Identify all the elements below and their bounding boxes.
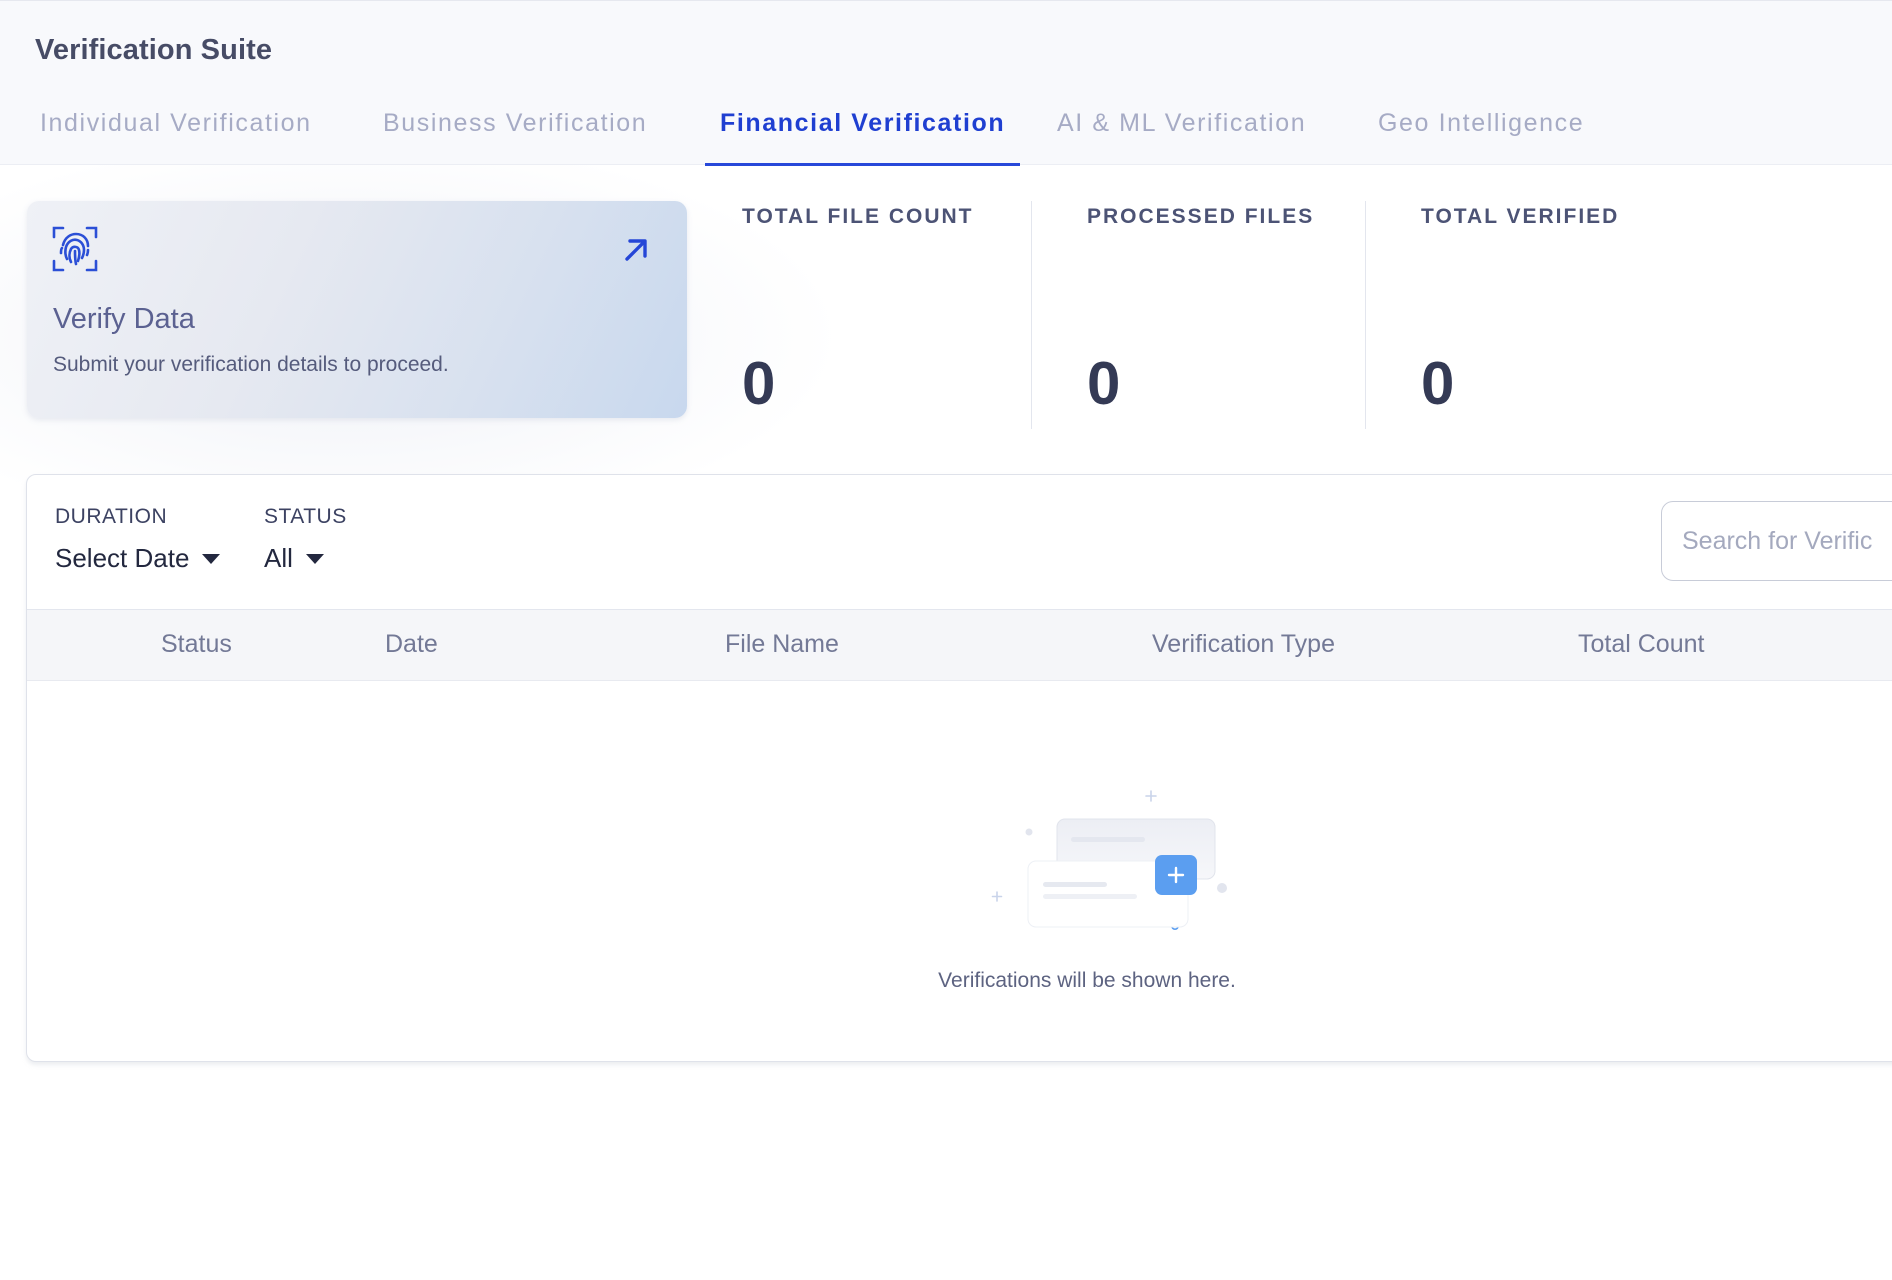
chevron-down-icon bbox=[202, 554, 221, 564]
table-header: Status Date File Name Verification Type … bbox=[27, 609, 1892, 681]
column-header-total-count[interactable]: Total Count bbox=[1578, 630, 1704, 659]
column-header-file-name[interactable]: File Name bbox=[725, 630, 839, 659]
tab-bar: Individual Verification Business Verific… bbox=[0, 97, 1892, 166]
verify-card-subtitle: Submit your verification details to proc… bbox=[53, 353, 449, 376]
verify-data-card[interactable]: Verify Data Submit your verification det… bbox=[27, 201, 687, 418]
tab-business-verification[interactable]: Business Verification bbox=[383, 97, 647, 166]
tab-ai-ml-verification[interactable]: AI & ML Verification bbox=[1057, 97, 1306, 166]
stat-total-verified: TOTAL VERIFIED 0 bbox=[1421, 201, 1701, 429]
duration-value: Select Date bbox=[55, 542, 190, 573]
stat-total-file-count: TOTAL FILE COUNT 0 bbox=[742, 201, 1022, 429]
status-value: All bbox=[264, 542, 293, 573]
column-header-verification-type[interactable]: Verification Type bbox=[1152, 630, 1335, 659]
column-header-status[interactable]: Status bbox=[161, 630, 232, 659]
stat-value: 0 bbox=[1087, 350, 1121, 417]
tab-individual-verification[interactable]: Individual Verification bbox=[40, 97, 312, 166]
arrow-up-right-icon[interactable] bbox=[621, 235, 651, 265]
tab-financial-verification[interactable]: Financial Verification bbox=[705, 97, 1021, 166]
column-header-date[interactable]: Date bbox=[385, 630, 438, 659]
stat-divider bbox=[1365, 201, 1366, 429]
stat-divider bbox=[1031, 201, 1032, 429]
chevron-down-icon bbox=[305, 554, 324, 564]
add-card-icon bbox=[991, 790, 1227, 931]
empty-state-message: Verifications will be shown here. bbox=[938, 969, 1236, 992]
stat-label: TOTAL FILE COUNT bbox=[742, 205, 974, 228]
fingerprint-icon bbox=[52, 226, 98, 272]
stat-label: PROCESSED FILES bbox=[1087, 205, 1315, 228]
top-header: Verification Suite Individual Verificati… bbox=[0, 0, 1892, 166]
verify-card-title: Verify Data bbox=[53, 303, 195, 335]
verifications-panel: DURATION Select Date STATUS All Status D… bbox=[26, 474, 1892, 1062]
duration-label: DURATION bbox=[55, 505, 168, 528]
stat-label: TOTAL VERIFIED bbox=[1421, 205, 1620, 228]
duration-dropdown[interactable]: Select Date bbox=[55, 541, 221, 575]
stat-value: 0 bbox=[1421, 350, 1455, 417]
stat-value: 0 bbox=[742, 350, 776, 417]
search-input[interactable] bbox=[1661, 501, 1892, 581]
status-dropdown[interactable]: All bbox=[264, 541, 324, 575]
tab-geo-intelligence[interactable]: Geo Intelligence bbox=[1378, 97, 1584, 166]
status-label: STATUS bbox=[264, 505, 347, 528]
stat-processed-files: PROCESSED FILES 0 bbox=[1087, 201, 1367, 429]
app-title: Verification Suite bbox=[35, 34, 273, 66]
